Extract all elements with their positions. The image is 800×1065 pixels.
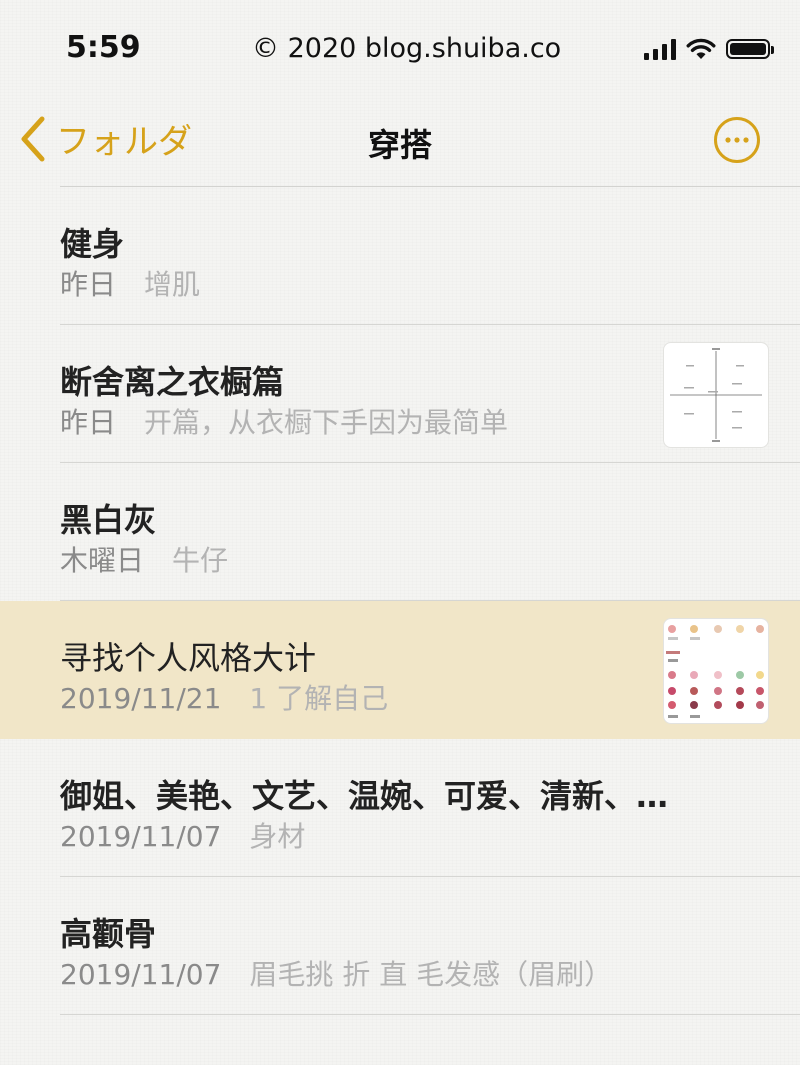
- note-date: 2019/11/07: [60, 820, 222, 853]
- note-meta: 木曜日 牛仔: [60, 539, 228, 579]
- status-time: 5:59: [66, 30, 141, 65]
- notes-list: 健身 昨日 增肌 断舍离之衣橱篇 昨日 开篇，从衣橱下手因为最简单 黑白灰 木曜…: [0, 187, 800, 1015]
- note-row[interactable]: 断舍离之衣橱篇 昨日 开篇，从衣橱下手因为最简单: [0, 325, 800, 463]
- more-icon[interactable]: [713, 116, 761, 164]
- note-row[interactable]: 黑白灰 木曜日 牛仔: [0, 463, 800, 601]
- note-date: 2019/11/21: [60, 682, 222, 715]
- wifi-icon: [686, 38, 716, 59]
- note-meta: 2019/11/07 身材: [60, 815, 305, 855]
- status-bar: 5:59 © 2020 blog.shuiba.co: [0, 0, 800, 100]
- navigation-bar: フォルダ 穿搭: [0, 100, 800, 188]
- note-preview: 1 了解自己: [249, 682, 389, 715]
- note-title: 御姐、美艳、文艺、温婉、可爱、清新、…: [60, 777, 669, 815]
- copyright-text: © 2020 blog.shuiba.co: [252, 33, 562, 64]
- note-meta: 2019/11/07 眉毛挑 折 直 毛发感（眉刷）: [60, 953, 612, 993]
- signal-icon: [644, 38, 676, 60]
- note-preview: 开篇，从衣橱下手因为最简单: [144, 406, 509, 439]
- note-preview: 眉毛挑 折 直 毛发感（眉刷）: [249, 958, 613, 991]
- note-date: 昨日: [60, 268, 117, 301]
- note-meta: 昨日 增肌: [60, 263, 200, 303]
- page-title: 穿搭: [367, 126, 432, 164]
- battery-icon: [726, 39, 774, 59]
- note-row[interactable]: 高颧骨 2019/11/07 眉毛挑 折 直 毛发感（眉刷）: [0, 877, 800, 1015]
- color-palette-thumbnail: [663, 618, 769, 724]
- note-date: 昨日: [60, 406, 117, 439]
- note-row-selected[interactable]: 寻找个人风格大计 2019/11/21 1 了解自己: [0, 601, 800, 739]
- note-title: 寻找个人风格大计: [60, 639, 317, 677]
- note-title: 健身: [60, 225, 125, 263]
- note-row[interactable]: 健身 昨日 增肌: [0, 187, 800, 325]
- note-row[interactable]: 御姐、美艳、文艺、温婉、可爱、清新、… 2019/11/07 身材: [0, 739, 800, 877]
- quadrant-diagram-thumbnail: [663, 342, 769, 448]
- note-title: 黑白灰: [60, 501, 157, 539]
- note-preview: 身材: [249, 820, 306, 853]
- note-preview: 增肌: [144, 268, 201, 301]
- note-title: 高颧骨: [60, 915, 157, 953]
- note-title: 断舍离之衣橱篇: [60, 363, 285, 401]
- note-preview: 牛仔: [172, 544, 229, 577]
- note-meta: 2019/11/21 1 了解自己: [60, 677, 388, 717]
- note-date: 木曜日: [60, 544, 145, 577]
- status-icons: [644, 34, 774, 64]
- row-divider: [60, 1014, 800, 1015]
- note-date: 2019/11/07: [60, 958, 222, 991]
- note-meta: 昨日 开篇，从衣橱下手因为最简单: [60, 401, 508, 441]
